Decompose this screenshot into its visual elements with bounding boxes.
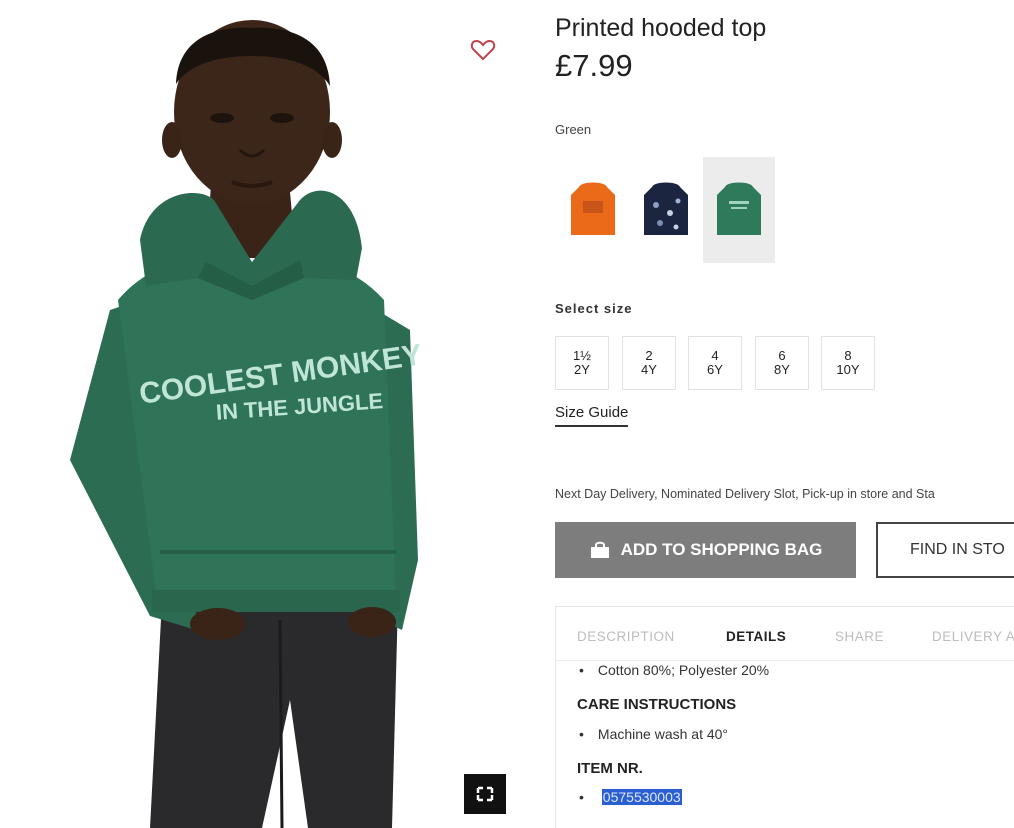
delivery-info-text: Next Day Delivery, Nominated Delivery Sl… (555, 487, 935, 501)
favourite-heart-icon[interactable] (470, 38, 496, 62)
product-image: COOLEST MONKEY IN THE JUNGLE (0, 0, 520, 828)
size-option-years: 4Y (641, 362, 657, 377)
select-size-label: Select size (555, 301, 633, 316)
color-swatch-green[interactable] (703, 157, 775, 263)
shopping-bag-icon (590, 541, 609, 558)
size-option-age: 4 (711, 348, 719, 363)
care-instructions-heading: CARE INSTRUCTIONS (577, 696, 737, 713)
product-photo-illustration: COOLEST MONKEY IN THE JUNGLE (70, 20, 424, 828)
add-to-bag-label: ADD TO SHOPPING BAG (620, 540, 823, 559)
color-swatch-orange[interactable] (557, 157, 629, 263)
composition-item: Cotton 80%; Polyester 20% (579, 662, 769, 678)
care-instruction-item: Machine wash at 40° (579, 726, 728, 742)
product-title: Printed hooded top (555, 14, 767, 42)
fullscreen-expand-icon[interactable] (464, 774, 506, 814)
size-option-2y[interactable]: 1½ 2Y (555, 336, 609, 390)
size-option-age: 2 (645, 348, 653, 363)
selected-color-label: Green (555, 122, 592, 137)
product-price: £7.99 (555, 48, 633, 83)
size-option-age: 8 (844, 348, 852, 363)
size-option-10y[interactable]: 8 10Y (821, 336, 875, 390)
add-to-bag-button[interactable]: ADD TO SHOPPING BAG (555, 522, 856, 578)
size-option-age: 1½ (572, 348, 592, 363)
size-option-years: 2Y (574, 362, 590, 377)
tabs-divider (556, 660, 1014, 661)
tab-share[interactable]: SHARE (835, 629, 884, 644)
size-option-years: 6Y (707, 362, 723, 377)
item-number-row: 0575530003 (579, 789, 682, 805)
size-option-age: 6 (778, 348, 786, 363)
size-option-years: 8Y (774, 362, 790, 377)
color-swatch-navy-print[interactable] (630, 157, 702, 263)
tab-details[interactable]: DETAILS (726, 629, 786, 644)
find-in-store-button[interactable]: FIND IN STO (876, 522, 1014, 578)
tab-delivery[interactable]: DELIVERY A (932, 629, 1014, 644)
item-number-heading: ITEM NR. (577, 760, 643, 777)
size-option-6y[interactable]: 4 6Y (688, 336, 742, 390)
item-number-value[interactable]: 0575530003 (601, 789, 682, 805)
size-option-4y[interactable]: 2 4Y (622, 336, 676, 390)
size-guide-link[interactable]: Size Guide (555, 404, 629, 427)
size-option-8y[interactable]: 6 8Y (755, 336, 809, 390)
size-option-years: 10Y (836, 362, 860, 377)
find-in-store-label: FIND IN STO (910, 541, 1005, 558)
tab-description[interactable]: DESCRIPTION (577, 629, 675, 644)
